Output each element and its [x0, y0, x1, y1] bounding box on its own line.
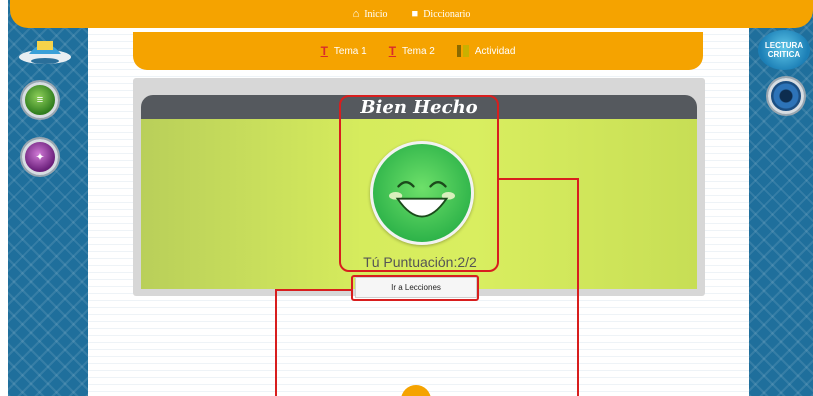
activities-button[interactable]: ✦: [22, 139, 58, 175]
tab-tema-2[interactable]: T Tema 2: [389, 44, 435, 58]
puzzle-icon: ✦: [35, 151, 45, 164]
lessons-list-button[interactable]: ≡: [22, 82, 58, 118]
tema-icon: T: [388, 44, 397, 58]
critica-label: CRITICA: [767, 50, 801, 59]
book-icon: ■: [411, 8, 419, 20]
annotation-line: [577, 178, 579, 396]
annotation-highlight-result: [339, 95, 499, 272]
nav-inicio[interactable]: ⌂ Inicio: [353, 8, 388, 20]
annotation-highlight-button: [351, 275, 479, 301]
tab-actividad-label: Actividad: [474, 45, 516, 57]
nav-inicio-label: Inicio: [364, 8, 388, 20]
app-page: ⌂ Inicio ■ Diccionario T Tema 1 T Tema 2…: [0, 0, 813, 396]
lectura-label: LECTURA: [764, 41, 804, 50]
app-logo-icon[interactable]: [15, 32, 75, 66]
tab-tema-2-label: Tema 2: [402, 45, 435, 57]
activity-icon: [456, 45, 469, 57]
annotation-line: [497, 178, 579, 180]
list-icon: ≡: [36, 94, 44, 106]
tab-actividad[interactable]: Actividad: [456, 45, 516, 57]
audio-button[interactable]: [768, 78, 804, 114]
nav-diccionario[interactable]: ■ Diccionario: [412, 8, 471, 20]
lesson-nav-bar: T Tema 1 T Tema 2 Actividad: [133, 32, 703, 70]
annotation-line: [275, 289, 353, 291]
top-nav-bar: ⌂ Inicio ■ Diccionario: [10, 0, 813, 28]
nav-diccionario-label: Diccionario: [423, 8, 471, 20]
tab-tema-1-label: Tema 1: [333, 45, 367, 57]
tema-icon: T: [320, 44, 328, 58]
home-icon: ⌂: [352, 8, 360, 20]
annotation-line: [275, 289, 277, 396]
lectura-critica-badge[interactable]: LECTURA CRITICA: [758, 30, 810, 70]
tab-tema-1[interactable]: T Tema 1: [321, 44, 367, 58]
